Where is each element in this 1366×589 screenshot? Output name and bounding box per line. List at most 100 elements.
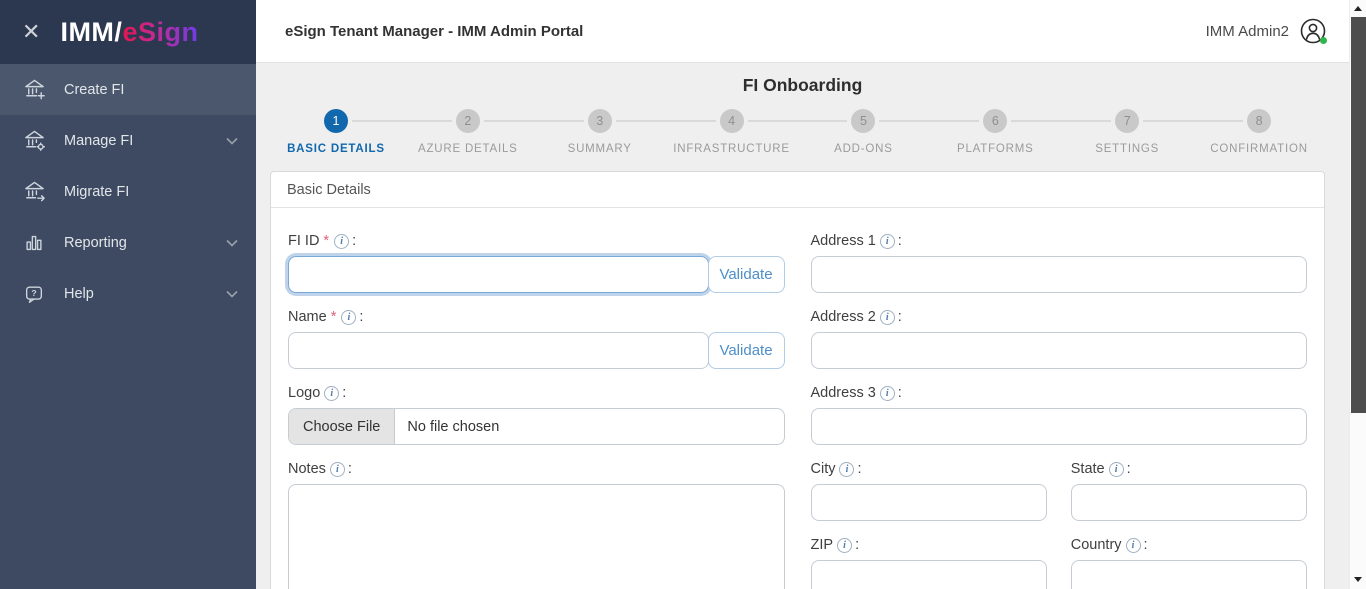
scrollbar-thumb[interactable] bbox=[1351, 17, 1366, 413]
address3-field: Address 3i: bbox=[811, 385, 1308, 445]
required-marker: * bbox=[323, 233, 329, 249]
address3-input[interactable] bbox=[811, 408, 1308, 445]
step-connector bbox=[484, 120, 584, 122]
address2-field: Address 2i: bbox=[811, 309, 1308, 369]
step-infrastructure[interactable]: 4 INFRASTRUCTURE bbox=[666, 109, 798, 155]
svg-text:?: ? bbox=[31, 288, 36, 298]
chevron-down-icon bbox=[226, 234, 238, 252]
fi-id-input[interactable] bbox=[288, 256, 709, 293]
scroll-down-icon[interactable] bbox=[1350, 571, 1366, 587]
sidebar-item-label: Help bbox=[64, 286, 226, 302]
state-input[interactable] bbox=[1071, 484, 1307, 521]
country-field: Countryi: bbox=[1071, 537, 1307, 589]
step-circle: 5 bbox=[851, 109, 875, 133]
logo-field: Logoi: Choose File No file chosen bbox=[288, 385, 785, 445]
step-settings[interactable]: 7 SETTINGS bbox=[1061, 109, 1193, 155]
city-field: Cityi: bbox=[811, 461, 1047, 521]
vertical-scrollbar[interactable] bbox=[1349, 0, 1366, 589]
sidebar-item-create-fi[interactable]: Create FI bbox=[0, 64, 256, 115]
chevron-down-icon bbox=[226, 285, 238, 303]
sidebar-item-label: Migrate FI bbox=[64, 184, 238, 200]
step-connector bbox=[879, 120, 979, 122]
step-azure-details[interactable]: 2 AZURE DETAILS bbox=[402, 109, 534, 155]
zip-input[interactable] bbox=[811, 560, 1047, 589]
help-bubble-icon: ? bbox=[22, 282, 46, 306]
country-input[interactable] bbox=[1071, 560, 1307, 589]
step-basic-details[interactable]: 1 BASIC DETAILS bbox=[270, 109, 402, 155]
user-name: IMM Admin2 bbox=[1206, 23, 1289, 40]
info-icon[interactable]: i bbox=[839, 462, 854, 477]
info-icon[interactable]: i bbox=[341, 310, 356, 325]
address2-input[interactable] bbox=[811, 332, 1308, 369]
step-connector bbox=[1011, 120, 1111, 122]
basic-details-card: Basic Details FI ID*i: Validate Name*i: bbox=[270, 171, 1325, 589]
info-icon[interactable]: i bbox=[837, 538, 852, 553]
address1-label: Address 1i: bbox=[811, 233, 1308, 249]
sidebar-item-migrate-fi[interactable]: Migrate FI bbox=[0, 166, 256, 217]
step-add-ons[interactable]: 5 ADD-ONS bbox=[798, 109, 930, 155]
step-circle: 4 bbox=[720, 109, 744, 133]
step-circle: 6 bbox=[983, 109, 1007, 133]
scroll-up-icon[interactable] bbox=[1350, 0, 1366, 16]
chevron-down-icon bbox=[226, 132, 238, 150]
notes-textarea[interactable] bbox=[288, 484, 785, 589]
city-label: Cityi: bbox=[811, 461, 1047, 477]
step-circle: 1 bbox=[324, 109, 348, 133]
step-platforms[interactable]: 6 PLATFORMS bbox=[929, 109, 1061, 155]
step-label: AZURE DETAILS bbox=[402, 143, 534, 155]
step-connector bbox=[748, 120, 848, 122]
step-label: INFRASTRUCTURE bbox=[666, 143, 798, 155]
choose-file-button[interactable]: Choose File bbox=[289, 409, 395, 444]
info-icon[interactable]: i bbox=[334, 234, 349, 249]
address1-field: Address 1i: bbox=[811, 233, 1308, 293]
file-status-text: No file chosen bbox=[395, 419, 511, 435]
step-circle: 2 bbox=[456, 109, 480, 133]
address1-input[interactable] bbox=[811, 256, 1308, 293]
info-icon[interactable]: i bbox=[324, 386, 339, 401]
sidebar-item-manage-fi[interactable]: Manage FI bbox=[0, 115, 256, 166]
sidebar-item-reporting[interactable]: Reporting bbox=[0, 217, 256, 268]
notes-label: Notesi: bbox=[288, 461, 785, 477]
info-icon[interactable]: i bbox=[1126, 538, 1141, 553]
name-validate-button[interactable]: Validate bbox=[708, 332, 785, 369]
logo-label: Logoi: bbox=[288, 385, 785, 401]
user-avatar-icon[interactable] bbox=[1299, 17, 1327, 45]
name-label: Name*i: bbox=[288, 309, 785, 325]
user-menu[interactable]: IMM Admin2 bbox=[1206, 17, 1327, 45]
step-label: CONFIRMATION bbox=[1193, 143, 1325, 155]
info-icon[interactable]: i bbox=[880, 310, 895, 325]
step-label: SUMMARY bbox=[534, 143, 666, 155]
info-icon[interactable]: i bbox=[330, 462, 345, 477]
step-confirmation[interactable]: 8 CONFIRMATION bbox=[1193, 109, 1325, 155]
step-connector bbox=[616, 120, 716, 122]
main-content: eSign Tenant Manager - IMM Admin Portal … bbox=[256, 0, 1349, 589]
city-input[interactable] bbox=[811, 484, 1047, 521]
close-icon[interactable]: ✕ bbox=[16, 19, 46, 45]
fi-id-validate-button[interactable]: Validate bbox=[708, 256, 785, 293]
bank-plus-icon bbox=[22, 78, 46, 102]
sidebar-item-label: Create FI bbox=[64, 82, 238, 98]
sidebar: ✕ IMM/eSign Create FI Manage FI bbox=[0, 0, 256, 589]
step-summary[interactable]: 3 SUMMARY bbox=[534, 109, 666, 155]
form-left-column: FI ID*i: Validate Name*i: Validate bbox=[288, 217, 785, 589]
step-connector bbox=[352, 120, 452, 122]
fi-id-label: FI ID*i: bbox=[288, 233, 785, 249]
info-icon[interactable]: i bbox=[880, 386, 895, 401]
form-right-column: Address 1i: Address 2i: Address 3i: bbox=[811, 217, 1308, 589]
sidebar-item-help[interactable]: ? Help bbox=[0, 268, 256, 319]
info-icon[interactable]: i bbox=[880, 234, 895, 249]
bank-gear-icon bbox=[22, 129, 46, 153]
sidebar-item-label: Reporting bbox=[64, 235, 226, 251]
state-field: Statei: bbox=[1071, 461, 1307, 521]
app-logo: IMM/eSign bbox=[60, 17, 198, 48]
onboarding-stepper: 1 BASIC DETAILS 2 AZURE DETAILS 3 SUMMAR… bbox=[270, 109, 1325, 155]
state-label: Statei: bbox=[1071, 461, 1307, 477]
portal-title: eSign Tenant Manager - IMM Admin Portal bbox=[285, 23, 1206, 40]
step-circle: 3 bbox=[588, 109, 612, 133]
info-icon[interactable]: i bbox=[1109, 462, 1124, 477]
bank-arrow-icon bbox=[22, 180, 46, 204]
card-section-title: Basic Details bbox=[271, 172, 1324, 208]
name-input[interactable] bbox=[288, 332, 709, 369]
logo-file-input[interactable]: Choose File No file chosen bbox=[288, 408, 785, 445]
address3-label: Address 3i: bbox=[811, 385, 1308, 401]
